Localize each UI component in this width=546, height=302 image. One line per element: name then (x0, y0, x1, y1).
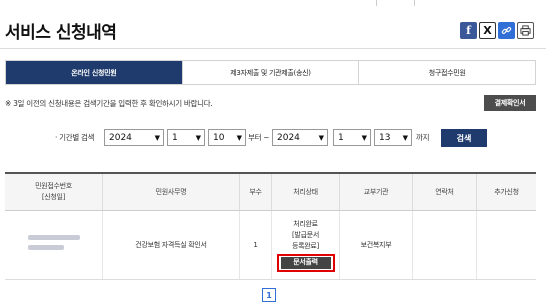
copies-cell: 1 (239, 211, 271, 279)
receipt-no-cell (5, 211, 102, 279)
print-button-highlight: 문서출력 (276, 253, 335, 272)
status-line: 처리완료 (293, 219, 318, 228)
to-year-select[interactable]: 2024 ▼ (272, 129, 328, 146)
payment-confirmation-button[interactable]: 결제확인서 (484, 95, 536, 111)
status-cell: 처리완료 [발급문서 등록완료] 문서출력 (271, 211, 339, 279)
header-service-name: 민원사무명 (102, 174, 239, 210)
share-toolbar: f X (460, 22, 534, 39)
print-document-button[interactable]: 문서출력 (280, 256, 331, 269)
chevron-down-icon: ▼ (402, 134, 408, 142)
status-line: [발급문서 (292, 230, 319, 239)
tab-third-party-submission[interactable]: 제3자제출 및 기관제출(송신) (181, 61, 359, 84)
link-icon[interactable] (498, 22, 515, 39)
to-month-select[interactable]: 1 ▼ (333, 129, 371, 146)
extra-request-cell (476, 211, 536, 279)
top-divider (0, 0, 546, 6)
facebook-icon[interactable]: f (460, 22, 477, 39)
application-table: 민원접수번호 [신청일] 민원사무명 부수 처리상태 교부기관 연락처 추가신청… (5, 172, 536, 280)
header-extra-request: 추가신청 (476, 174, 536, 210)
from-year-select[interactable]: 2024 ▼ (104, 129, 164, 146)
x-icon[interactable]: X (479, 22, 496, 39)
header-contact: 연락처 (412, 174, 476, 210)
header-receipt-no: 민원접수번호 [신청일] (35, 182, 72, 201)
tab-online-application[interactable]: 온라인 신청민원 (6, 61, 182, 84)
to-suffix: 까지 (416, 133, 430, 142)
table-header: 민원접수번호 [신청일] 민원사무명 부수 처리상태 교부기관 연락처 추가신청 (5, 174, 536, 211)
service-name-cell: 건강보험 자격득실 확인서 (102, 211, 239, 279)
notice-text: ※ 3일 이전의 신청내용은 검색기간을 입력한 후 확인하시기 바랍니다. (5, 99, 213, 108)
chevron-down-icon: ▼ (154, 134, 160, 142)
chevron-down-icon: ▼ (318, 134, 324, 142)
page-title: 서비스 신청내역 (5, 23, 117, 43)
from-day-select[interactable]: 10 ▼ (208, 129, 246, 146)
chevron-down-icon: ▼ (195, 134, 201, 142)
header-status: 처리상태 (271, 174, 339, 210)
header-copies: 부수 (239, 174, 271, 210)
redacted-receipt-no (27, 235, 80, 255)
status-line: 등록완료] (292, 241, 319, 250)
issuing-agency-cell: 보건복지부 (339, 211, 412, 279)
chevron-down-icon: ▼ (361, 134, 367, 142)
header-issuing-agency: 교부기관 (339, 174, 412, 210)
date-filter: · 기간별 검색 2024 ▼ 1 ▼ 10 ▼ 부터 ~ 2024 ▼ 1 ▼ 13 ▼ … (0, 128, 546, 148)
table-row: 건강보험 자격득실 확인서 1 처리완료 [발급문서 등록완료] 문서출력 보건… (5, 211, 536, 280)
contact-cell (412, 211, 476, 279)
service-tabs: 온라인 신청민원 제3자제출 및 기관제출(송신) 청구접수민원 (5, 60, 536, 85)
tab-claim-receipt[interactable]: 청구접수민원 (358, 61, 536, 84)
from-month-select[interactable]: 1 ▼ (167, 129, 205, 146)
title-divider (0, 48, 546, 49)
to-day-select[interactable]: 13 ▼ (374, 129, 412, 146)
print-icon[interactable] (517, 22, 534, 39)
chevron-down-icon: ▼ (236, 134, 242, 142)
from-suffix: 부터 ~ (248, 133, 270, 142)
filter-label: · 기간별 검색 (55, 133, 95, 142)
search-button[interactable]: 검색 (441, 129, 487, 147)
